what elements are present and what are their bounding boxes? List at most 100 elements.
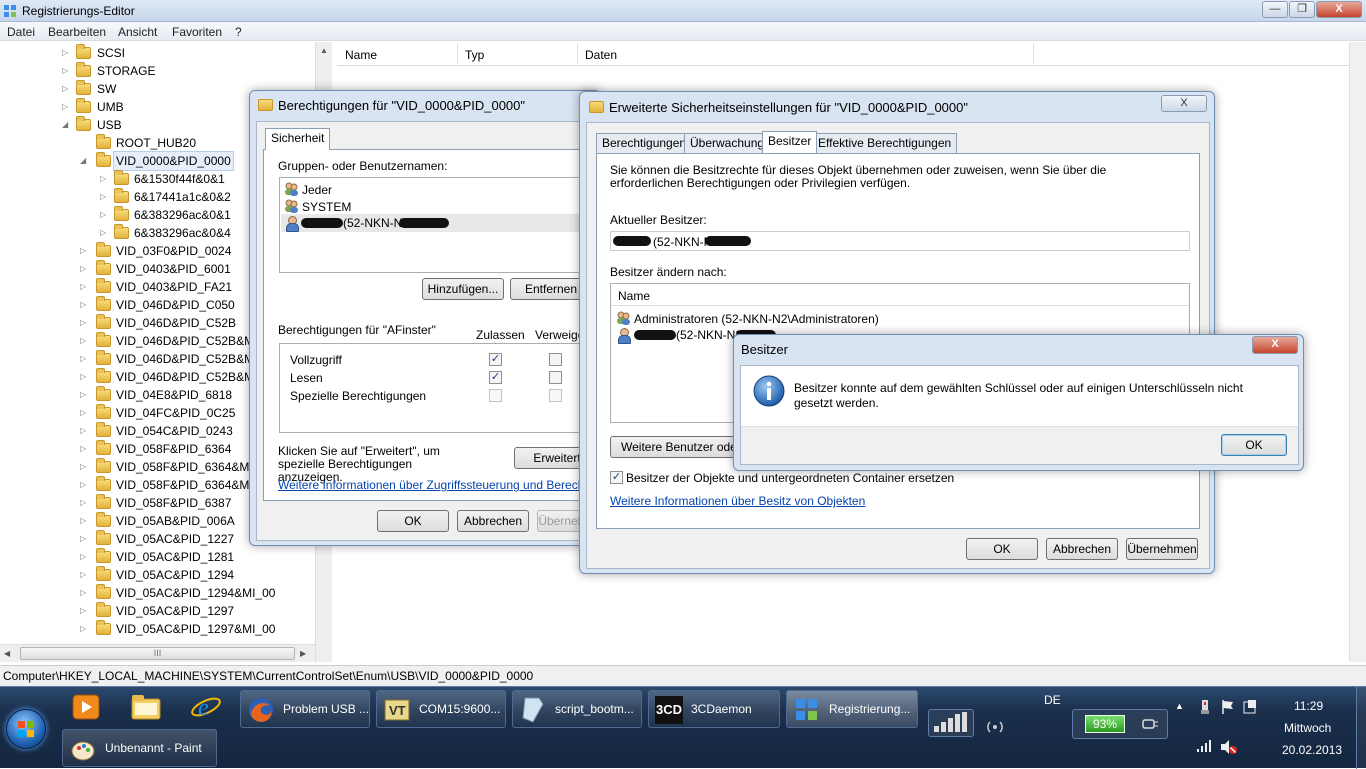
expand-arrow-icon[interactable]: ▷ (80, 368, 90, 386)
action-center-flag-icon[interactable] (1220, 699, 1236, 715)
expand-arrow-icon[interactable]: ▷ (62, 98, 72, 116)
column-divider[interactable] (457, 44, 458, 64)
more-users-button[interactable]: Weitere Benutzer oder ( (610, 436, 740, 458)
notification-icon[interactable] (1242, 699, 1258, 715)
column-divider[interactable] (577, 44, 578, 64)
explorer-icon[interactable] (130, 691, 162, 723)
expand-arrow-icon[interactable]: ▷ (80, 404, 90, 422)
scroll-up-arrow-icon[interactable]: ▲ (320, 46, 328, 55)
expand-arrow-icon[interactable]: ▷ (100, 188, 110, 206)
task-3cdaemon[interactable]: 3CD 3CDaemon (648, 690, 780, 728)
ok-button[interactable]: OK (377, 510, 449, 532)
expand-arrow-icon[interactable]: ▷ (80, 476, 90, 494)
start-button[interactable] (6, 709, 46, 749)
cancel-button[interactable]: Abbrechen (457, 510, 529, 532)
close-button[interactable]: X (1161, 95, 1207, 112)
allow-checkbox[interactable]: ✓ (489, 371, 502, 384)
column-name[interactable]: Name (618, 289, 650, 303)
tab-effective-permissions[interactable]: Effektive Berechtigungen (812, 133, 958, 153)
wireless-icon[interactable] (984, 715, 1006, 737)
menu-bearbeiten[interactable]: Bearbeiten (48, 25, 106, 39)
expand-arrow-icon[interactable]: ▷ (80, 512, 90, 530)
tab-permissions[interactable]: Berechtigungen (596, 133, 693, 153)
expand-arrow-icon[interactable]: ▷ (100, 170, 110, 188)
expand-arrow-icon[interactable]: ▷ (100, 206, 110, 224)
scroll-right-arrow-icon[interactable]: ▶ (300, 649, 306, 658)
scroll-thumb[interactable]: III (20, 647, 295, 660)
show-desktop-button[interactable] (1356, 687, 1366, 769)
expand-arrow-icon[interactable]: ▷ (80, 350, 90, 368)
tab-owner[interactable]: Besitzer (762, 131, 818, 153)
expand-arrow-icon[interactable]: ▷ (80, 620, 90, 638)
task-terminal[interactable]: VT COM15:9600... (376, 690, 506, 728)
tab-security[interactable]: Sicherheit (265, 128, 331, 150)
menu-favoriten[interactable]: Favoriten (172, 25, 222, 39)
menu-ansicht[interactable]: Ansicht (118, 25, 157, 39)
column-name[interactable]: Name (345, 48, 377, 62)
column-type[interactable]: Typ (465, 48, 484, 62)
maximize-button[interactable]: ❐ (1289, 1, 1315, 18)
expand-arrow-icon[interactable]: ▷ (80, 242, 90, 260)
expand-arrow-icon[interactable]: ▷ (80, 566, 90, 584)
minimize-button[interactable]: — (1262, 1, 1288, 18)
user-item[interactable]: Jeder (302, 183, 332, 197)
expand-arrow-icon[interactable]: ▷ (80, 296, 90, 314)
tree-horizontal-scrollbar[interactable]: ◀ III ▶ (0, 644, 315, 662)
network-bars-icon[interactable] (1196, 739, 1212, 753)
apply-button[interactable]: Übernehmen (1126, 538, 1198, 560)
column-data[interactable]: Daten (585, 48, 617, 62)
task-document[interactable]: script_bootm... (512, 690, 642, 728)
expand-arrow-icon[interactable]: ▷ (80, 386, 90, 404)
clock-date[interactable]: 20.02.2013 (1282, 743, 1342, 757)
ok-button[interactable]: OK (966, 538, 1038, 560)
allow-checkbox[interactable]: ✓ (489, 353, 502, 366)
expand-arrow-icon[interactable]: ▷ (80, 584, 90, 602)
user-item[interactable]: SYSTEM (302, 200, 351, 214)
volume-muted-icon[interactable] (1220, 739, 1238, 755)
expand-arrow-icon[interactable]: ▷ (80, 440, 90, 458)
usb-device-icon[interactable] (1198, 699, 1212, 715)
expand-arrow-icon[interactable]: ▷ (80, 458, 90, 476)
list-vertical-scrollbar[interactable] (1349, 42, 1366, 662)
task-firefox[interactable]: Problem USB ... (240, 690, 370, 728)
add-button[interactable]: Hinzufügen... (422, 278, 504, 300)
expand-arrow-icon[interactable]: ▷ (80, 260, 90, 278)
expand-arrow-icon[interactable]: ▷ (80, 494, 90, 512)
users-list[interactable]: Jeder SYSTEM (52-NKN-N2 (279, 177, 599, 273)
expand-arrow-icon[interactable]: ▷ (80, 602, 90, 620)
column-divider[interactable] (1033, 44, 1034, 64)
battery-widget[interactable]: 93% (1072, 709, 1168, 739)
access-control-info-link[interactable]: Weitere Informationen über Zugriffssteue… (278, 478, 630, 492)
scroll-left-arrow-icon[interactable]: ◀ (4, 649, 10, 658)
cancel-button[interactable]: Abbrechen (1046, 538, 1118, 560)
expand-arrow-icon[interactable]: ▷ (80, 332, 90, 350)
show-hidden-icons-arrow[interactable]: ▲ (1175, 701, 1184, 711)
close-button[interactable]: X (1252, 336, 1298, 354)
expand-arrow-icon[interactable]: ▷ (62, 62, 72, 80)
internet-explorer-icon[interactable]: e (190, 691, 222, 723)
deny-checkbox[interactable] (549, 371, 562, 384)
menu-help[interactable]: ? (235, 25, 242, 39)
menu-datei[interactable]: Datei (7, 25, 35, 39)
language-indicator[interactable]: DE (1044, 693, 1061, 707)
task-regedit[interactable]: Registrierung... (786, 690, 918, 728)
expand-arrow-icon[interactable]: ▷ (62, 44, 72, 62)
signal-strength-widget[interactable] (928, 709, 974, 737)
expand-arrow-icon[interactable]: ▷ (100, 224, 110, 242)
expand-arrow-icon[interactable]: ▷ (80, 422, 90, 440)
collapse-arrow-icon[interactable]: ◢ (62, 116, 72, 134)
expand-arrow-icon[interactable]: ▷ (80, 314, 90, 332)
expand-arrow-icon[interactable]: ▷ (80, 548, 90, 566)
tab-auditing[interactable]: Überwachung (684, 133, 771, 153)
ownership-info-link[interactable]: Weitere Informationen über Besitz von Ob… (610, 494, 865, 508)
replace-owner-checkbox[interactable]: ✓ (610, 471, 623, 484)
task-paint[interactable]: Unbenannt - Paint (62, 729, 217, 767)
media-player-icon[interactable] (70, 691, 102, 723)
clock-time[interactable]: 11:29 (1294, 699, 1323, 713)
clock-day[interactable]: Mittwoch (1284, 721, 1331, 735)
collapse-arrow-icon[interactable]: ◢ (80, 152, 90, 170)
expand-arrow-icon[interactable]: ▷ (80, 278, 90, 296)
deny-checkbox[interactable] (549, 353, 562, 366)
user-item-selected[interactable]: (52-NKN-N2 (281, 214, 597, 232)
ok-button[interactable]: OK (1221, 434, 1287, 456)
